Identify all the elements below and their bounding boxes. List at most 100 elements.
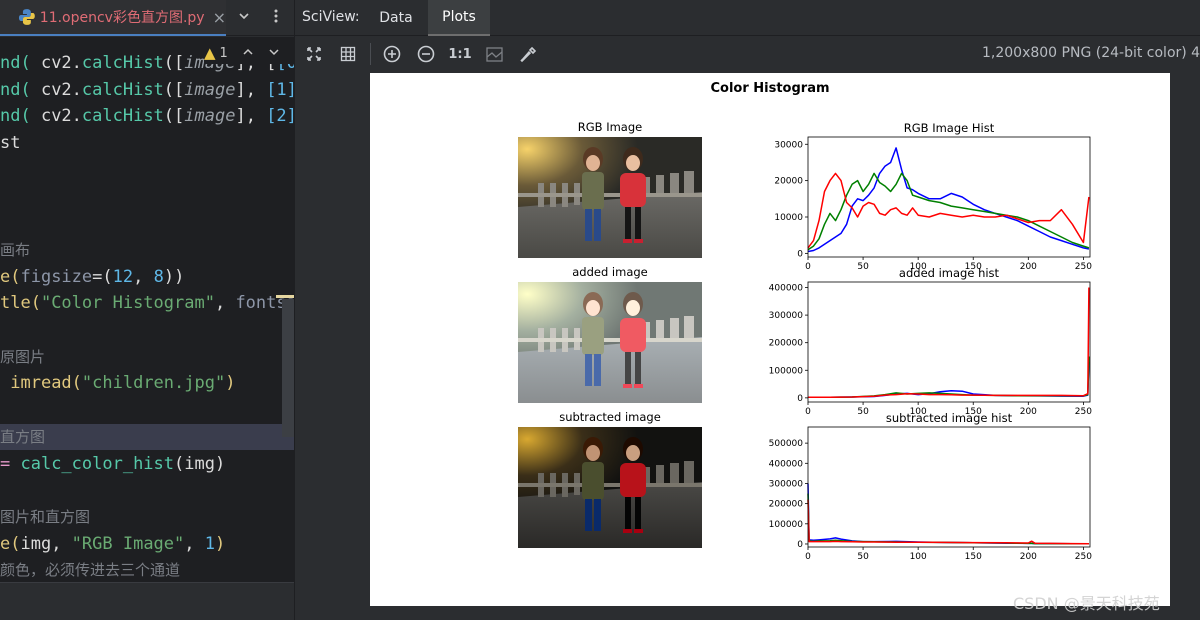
- code-token: img,: [20, 533, 72, 554]
- x-tick-label: 150: [965, 552, 982, 562]
- tab-close-icon[interactable]: ×: [213, 8, 226, 27]
- series-line: [807, 499, 1089, 545]
- code-line[interactable]: [0, 157, 294, 183]
- code-token: ([: [163, 106, 185, 127]
- tab-python-file[interactable]: 11.opencv彩色直方图.py ×: [0, 0, 226, 36]
- series-line: [807, 361, 1090, 399]
- y-tick-label: 0: [797, 394, 803, 404]
- series-line: [807, 147, 1090, 253]
- previous-highlight-icon[interactable]: [242, 46, 254, 61]
- y-tick-label: 10000: [774, 213, 803, 223]
- grid-icon[interactable]: [337, 43, 359, 65]
- code-token: ,: [133, 266, 154, 287]
- code-line[interactable]: e(figsize=(12, 8)): [0, 264, 294, 290]
- y-tick-label: 400000: [769, 459, 804, 469]
- panel-divider[interactable]: [294, 0, 295, 620]
- code-line[interactable]: 颜色，必须传进去三个通道: [0, 557, 294, 583]
- code-line[interactable]: e(img, "RGB Image", 1): [0, 531, 294, 557]
- zoom-in-icon[interactable]: [381, 43, 403, 65]
- code-token: cv2.: [30, 106, 82, 127]
- code-line[interactable]: 画布: [0, 237, 294, 263]
- editor-bottom-panel: [0, 582, 294, 620]
- code-line[interactable]: = calc_color_hist(img): [0, 451, 294, 477]
- toolbar-separator: [370, 43, 371, 65]
- code-token: ,: [214, 293, 236, 314]
- code-line[interactable]: [0, 477, 294, 503]
- x-tick-label: 0: [805, 552, 811, 562]
- code-token: )): [163, 266, 185, 287]
- axes-frame: [807, 281, 1091, 403]
- code-token: nd(: [0, 106, 31, 127]
- x-tick-label: 200: [1020, 552, 1037, 562]
- x-tick-label: 200: [1020, 407, 1037, 417]
- x-tick-label: 250: [1075, 552, 1092, 562]
- code-line[interactable]: st: [0, 130, 294, 156]
- x-tick-label: 0: [805, 407, 811, 417]
- code-token: (img): [174, 453, 226, 474]
- code-token: image: [184, 106, 236, 127]
- chevron-down-icon[interactable]: [234, 9, 254, 27]
- y-tick-label: 200000: [769, 500, 804, 510]
- code-token: "Color Histogram": [40, 293, 215, 314]
- image-info-text: 1,200x800 PNG (24-bit color) 451: [982, 45, 1200, 61]
- code-token: =(: [92, 266, 113, 287]
- code-token: 直方图: [0, 427, 46, 446]
- zoom-out-icon[interactable]: [415, 43, 437, 65]
- code-token: ],: [235, 79, 267, 100]
- x-tick-label: 0: [805, 262, 811, 272]
- hist-title: subtracted image hist: [886, 411, 1013, 425]
- y-tick-label: 100000: [769, 520, 804, 530]
- tab-file-label: 11.opencv彩色直方图.py: [39, 10, 205, 26]
- code-token: nd(: [0, 53, 31, 73]
- series-line: [807, 493, 1089, 545]
- code-line[interactable]: nd( cv2.calcHist([image], [1],: [0, 77, 294, 103]
- code-token: ([: [163, 79, 185, 100]
- y-tick-label: 0: [797, 540, 803, 550]
- x-tick-label: 250: [1075, 407, 1092, 417]
- code-line[interactable]: nd( cv2.calcHist([image], [2],: [0, 103, 294, 129]
- warning-count: 1: [219, 45, 228, 61]
- color-picker-icon[interactable]: [517, 43, 539, 65]
- more-vertical-icon[interactable]: [268, 8, 284, 28]
- code-token: st: [0, 133, 21, 154]
- next-highlight-icon[interactable]: [268, 46, 280, 61]
- code-line[interactable]: 原图片: [0, 344, 294, 370]
- code-token: ): [225, 373, 236, 394]
- background-toggle-icon[interactable]: [483, 43, 505, 65]
- axes-frame: [807, 426, 1091, 548]
- hist-title: added image hist: [899, 266, 1000, 280]
- code-line[interactable]: [0, 184, 294, 210]
- code-line[interactable]: imread("children.jpg"): [0, 370, 294, 396]
- y-tick-label: 300000: [769, 479, 804, 489]
- code-line[interactable]: 图片和直方图: [0, 504, 294, 530]
- scroll-marker: [276, 295, 294, 298]
- tab-data[interactable]: Data: [366, 0, 426, 36]
- actual-size-button[interactable]: 1:1: [448, 43, 471, 65]
- code-token: ],: [235, 106, 267, 127]
- code-token: "RGB Image": [71, 533, 185, 554]
- hist-title: RGB Image Hist: [904, 121, 995, 135]
- x-tick-label: 50: [857, 552, 869, 562]
- fit-to-window-icon[interactable]: [303, 43, 325, 65]
- code-line[interactable]: tle("Color Histogram", fontsiz: [0, 290, 294, 316]
- code-token: ([: [163, 53, 185, 73]
- code-line[interactable]: 直方图: [0, 423, 294, 450]
- plot-figure[interactable]: Color Histogram RGB Image added image su…: [370, 73, 1170, 606]
- code-token: e(: [0, 266, 21, 287]
- editor-scrollbar[interactable]: [282, 299, 294, 437]
- code-token: nd(: [0, 79, 31, 100]
- code-line[interactable]: [0, 397, 294, 423]
- code-token: [2]: [266, 106, 294, 127]
- code-token: 图片和直方图: [0, 507, 91, 526]
- code-editor[interactable]: nd( cv2.calcHist([image], [[0],nd( cv2.c…: [0, 37, 294, 620]
- code-line[interactable]: [0, 210, 294, 236]
- code-line[interactable]: [0, 317, 294, 343]
- watermark-text: CSDN @景天科技苑: [1013, 594, 1160, 613]
- x-tick-label: 50: [857, 407, 869, 417]
- inspections-widget[interactable]: ▲ 1: [204, 42, 294, 64]
- tab-plots[interactable]: Plots: [428, 0, 490, 36]
- code-token: ): [215, 533, 226, 554]
- series-line: [807, 287, 1090, 399]
- code-token: e(: [0, 533, 21, 554]
- code-token: "children.jpg": [81, 373, 226, 394]
